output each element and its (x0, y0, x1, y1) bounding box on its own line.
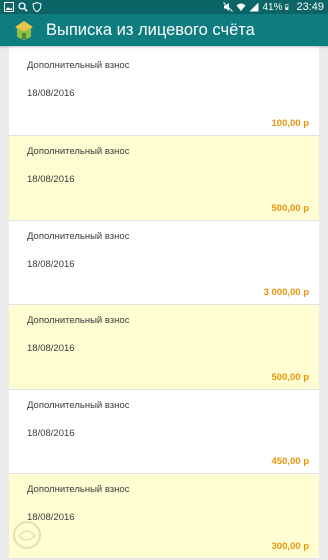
list-item[interactable]: Дополнительный взнос 18/08/2016 100,00 р (9, 46, 319, 136)
status-bar: 41% 23:49 (0, 0, 328, 14)
entry-title: Дополнительный взнос (27, 60, 130, 71)
list-item[interactable]: Дополнительный взнос 18/08/2016 500,00 р (9, 136, 319, 221)
entry-date: 18/08/2016 (27, 88, 75, 99)
app-bar: Выписка из лицевого счёта (0, 14, 328, 46)
image-icon (4, 2, 14, 12)
wifi-icon (236, 3, 246, 11)
entry-title: Дополнительный взнос (27, 315, 130, 326)
shield-icon (32, 2, 42, 12)
statement-list: Дополнительный взнос 18/08/2016 100,00 р… (0, 46, 328, 559)
entry-title: Дополнительный взнос (27, 230, 130, 242)
entry-date: 18/08/2016 (27, 343, 75, 354)
entry-amount: 100,00 р (271, 118, 310, 129)
entry-date: 18/08/2016 (27, 258, 75, 270)
system-icons: 41% 23:49 (223, 1, 328, 13)
entry-date: 18/08/2016 (27, 427, 75, 439)
signal-icon (249, 2, 259, 12)
entry-amount: 500,00 р (271, 202, 310, 214)
clock: 23:49 (296, 1, 324, 13)
entry-title: Дополнительный взнос (27, 399, 130, 411)
notification-icons (0, 2, 42, 12)
watermark-logo-icon (13, 521, 41, 549)
app-logo-icon[interactable] (12, 18, 36, 42)
list-item[interactable]: Дополнительный взнос 18/08/2016 450,00 р (9, 389, 319, 474)
battery-icon (285, 4, 289, 10)
entry-title: Дополнительный взнос (27, 146, 130, 157)
entry-amount: 450,00 р (271, 456, 310, 467)
entry-date: 18/08/2016 (27, 174, 75, 185)
search-icon (18, 2, 28, 12)
entry-amount: 300,00 р (271, 540, 310, 552)
list-item[interactable]: Дополнительный взнос 18/08/2016 500,00 р (9, 305, 319, 390)
list-item[interactable]: Дополнительный взнос 18/08/2016 3 000,00… (9, 220, 319, 305)
mute-icon (223, 2, 234, 12)
entry-title: Дополнительный взнос (27, 484, 130, 495)
battery-percent: 41% (262, 1, 283, 13)
page-title: Выписка из лицевого счёта (46, 20, 255, 39)
entry-amount: 500,00 р (271, 371, 310, 383)
list-item[interactable]: Дополнительный взнос 18/08/2016 300,00 р (9, 474, 319, 559)
entry-amount: 3 000,00 р (263, 287, 309, 298)
